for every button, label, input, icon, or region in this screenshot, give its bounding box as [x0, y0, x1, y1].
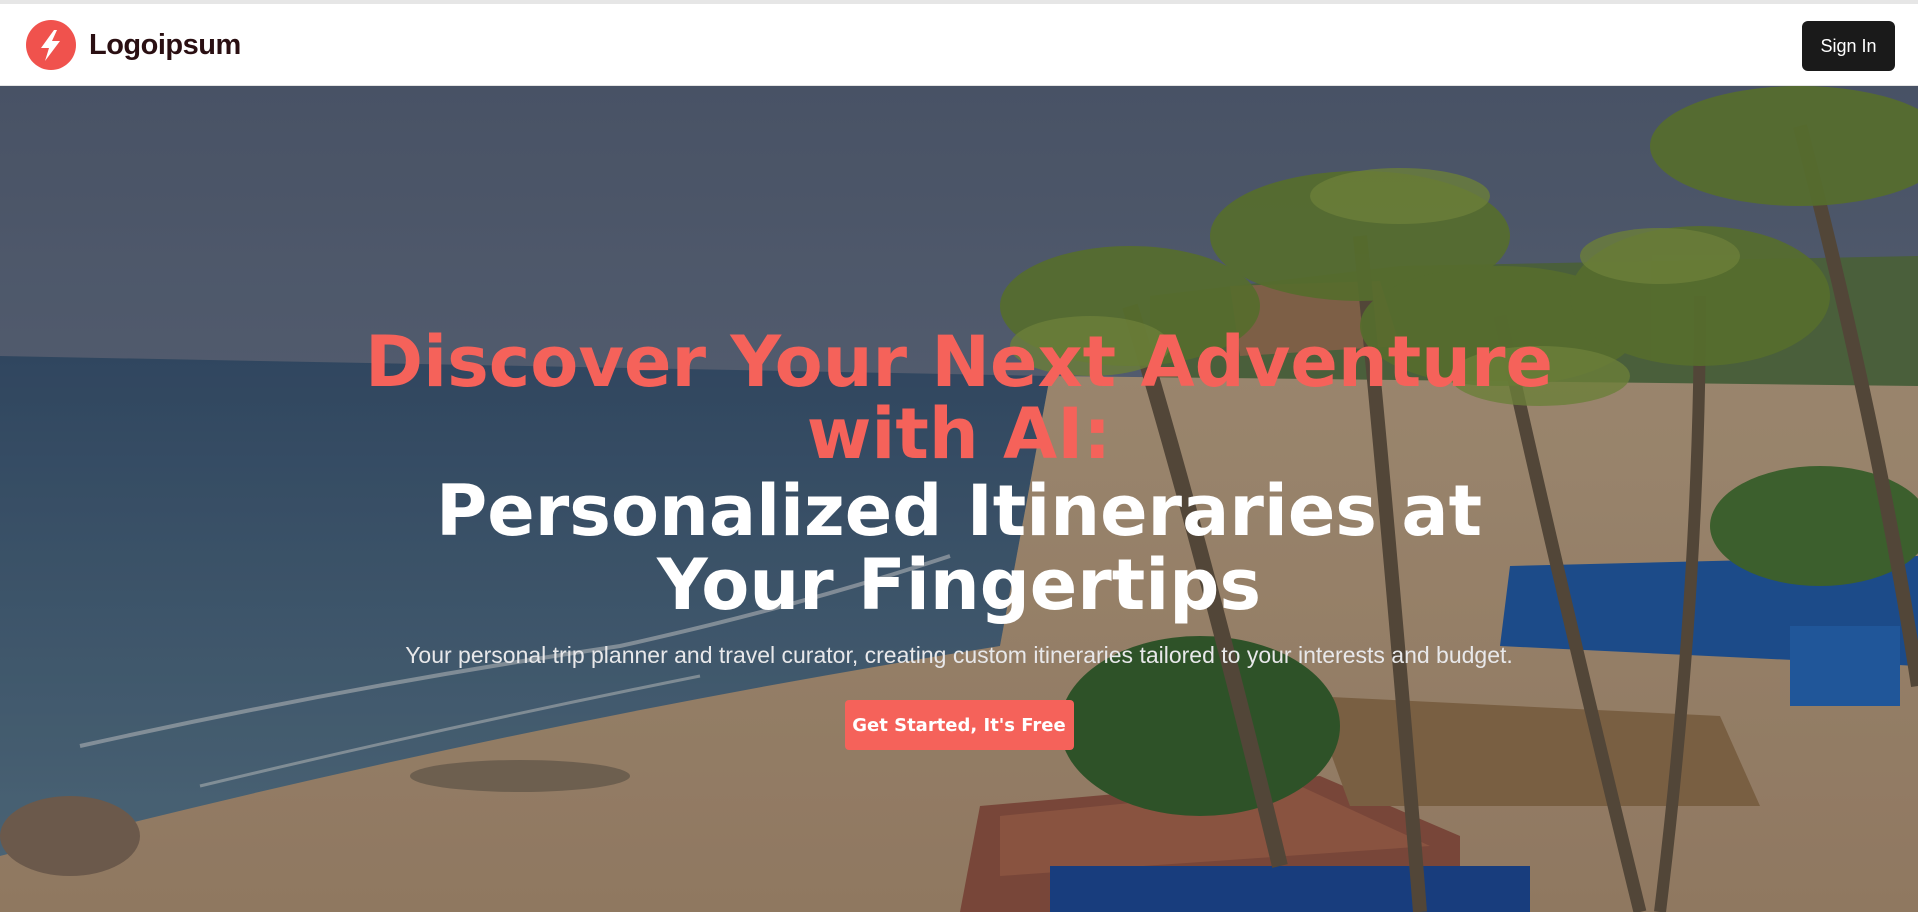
lightning-bolt-icon: [26, 20, 76, 70]
site-header: Logoipsum Sign In: [0, 4, 1918, 86]
hero-headline-accent: Discover Your Next Adventure with AI:: [365, 321, 1553, 475]
sign-in-button[interactable]: Sign In: [1802, 21, 1895, 71]
hero-section: Discover Your Next Adventure with AI: Pe…: [0, 86, 1918, 912]
hero-content: Discover Your Next Adventure with AI: Pe…: [0, 326, 1918, 750]
hero-headline-main: Personalized Itineraries at Your Fingert…: [435, 470, 1483, 626]
logo-text: Logoipsum: [89, 28, 241, 61]
get-started-button[interactable]: Get Started, It's Free: [844, 700, 1074, 750]
logo[interactable]: Logoipsum: [26, 19, 241, 71]
hero-subtitle: Your personal trip planner and travel cu…: [405, 642, 1513, 668]
landing-page: Logoipsum Sign In Discover Your Next Adv…: [0, 0, 1918, 912]
